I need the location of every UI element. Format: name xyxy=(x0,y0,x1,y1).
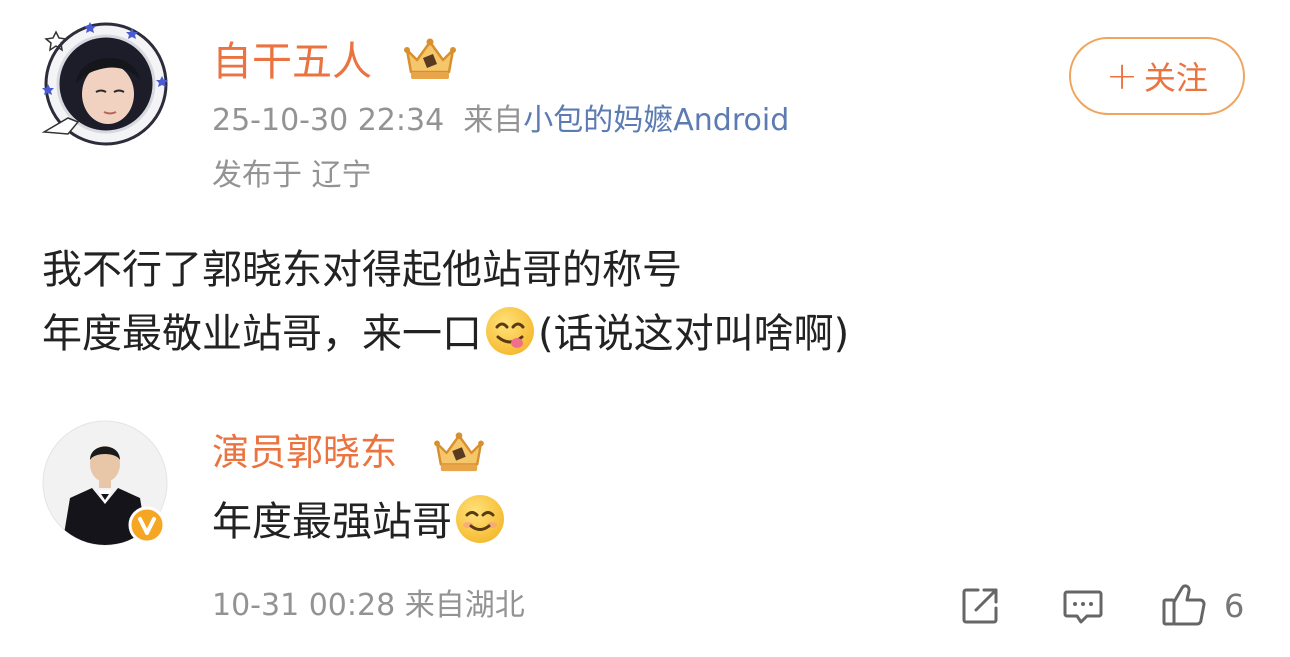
smile-face-emoji xyxy=(454,493,506,545)
follow-button[interactable]: + 关注 xyxy=(1069,37,1245,115)
reply-text: 年度最强站哥 xyxy=(212,499,452,545)
share-icon[interactable] xyxy=(958,584,1002,628)
post-line-2: 年度最敬业站哥，来一口 (话说这对叫啥啊) xyxy=(42,302,849,366)
post-content: 我不行了郭晓东对得起他站哥的称号 年度最敬业站哥，来一口 (话说这对叫啥啊) xyxy=(42,238,849,366)
author-avatar[interactable] xyxy=(38,18,174,146)
platform-label[interactable]: Android xyxy=(673,103,789,138)
post-meta: 25-10-30 22:34 来自小包的妈嬷Android xyxy=(212,101,789,141)
source-prefix: 来自 xyxy=(463,103,524,138)
plus-icon: + xyxy=(1106,54,1138,98)
crown-icon[interactable] xyxy=(403,36,457,82)
post-line-2-text: 年度最敬业站哥，来一口 xyxy=(42,311,482,357)
follow-label: 关注 xyxy=(1143,59,1208,97)
reply-meta: 10-31 00:28 来自湖北 xyxy=(212,588,525,623)
thumbs-up-icon[interactable] xyxy=(1160,580,1208,628)
post-location: 发布于 辽宁 xyxy=(212,158,372,193)
reply-content: 年度最强站哥 xyxy=(212,492,508,552)
source-link[interactable]: 小包的妈嬷 xyxy=(523,103,673,138)
post-line-1: 我不行了郭晓东对得起他站哥的称号 xyxy=(42,247,682,293)
verified-v-icon xyxy=(128,506,166,544)
like-count: 6 xyxy=(1224,587,1245,625)
comment-icon[interactable] xyxy=(1061,584,1105,628)
reply-author-name[interactable]: 演员郭晓东 xyxy=(212,428,397,478)
author-name[interactable]: 自干五人 xyxy=(212,36,372,88)
post-line-2-aside: (话说这对叫啥啊) xyxy=(538,311,850,357)
crown-icon[interactable] xyxy=(433,430,485,474)
reply-avatar[interactable] xyxy=(42,420,168,546)
yum-face-emoji xyxy=(484,305,536,357)
post-time: 25-10-30 22:34 xyxy=(212,103,445,138)
